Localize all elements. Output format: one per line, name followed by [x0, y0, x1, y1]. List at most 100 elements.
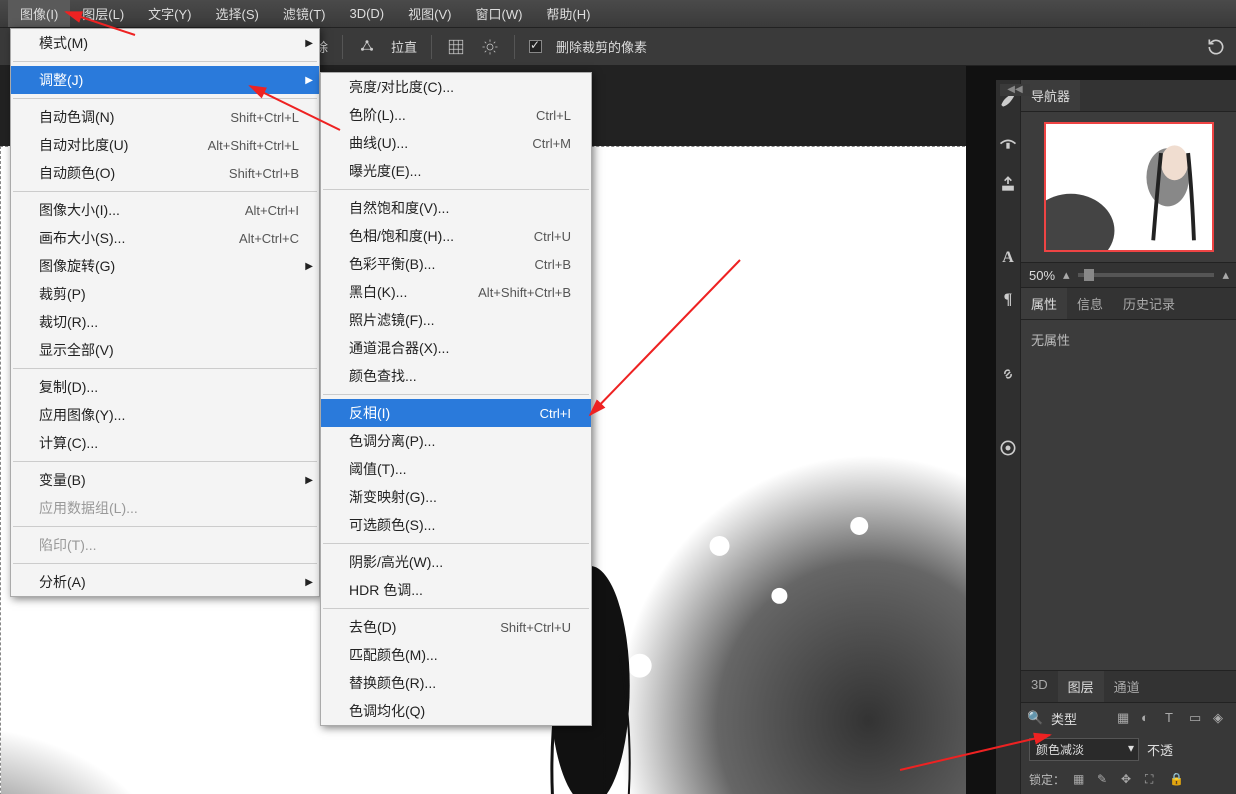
zoom-slider[interactable]	[1078, 273, 1215, 277]
lock-label: 锁定：	[1029, 771, 1065, 788]
menubar: 图像(I) 图层(L) 文字(Y) 选择(S) 滤镜(T) 3D(D) 视图(V…	[0, 0, 1236, 28]
filter-shape-icon[interactable]: ▭	[1189, 710, 1207, 728]
menu-color-lookup[interactable]: 颜色查找...	[321, 362, 591, 390]
menu-curves[interactable]: 曲线(U)...Ctrl+M	[321, 129, 591, 157]
layers-tabs: 3D 图层 通道	[1021, 671, 1236, 703]
zoom-value: 50%	[1029, 268, 1055, 283]
menu-color-balance[interactable]: 色彩平衡(B)...Ctrl+B	[321, 250, 591, 278]
menu-window[interactable]: 窗口(W)	[463, 0, 534, 27]
properties-body: 无属性	[1021, 320, 1236, 670]
delete-cropped-checkbox[interactable]	[529, 40, 542, 53]
menu-channel-mixer[interactable]: 通道混合器(X)...	[321, 334, 591, 362]
grid-icon[interactable]	[446, 37, 466, 57]
menu-3d[interactable]: 3D(D)	[337, 2, 396, 25]
menu-vibrance[interactable]: 自然饱和度(V)...	[321, 194, 591, 222]
menu-match-color[interactable]: 匹配颜色(M)...	[321, 641, 591, 669]
tab-info[interactable]: 信息	[1067, 288, 1113, 319]
menu-layer[interactable]: 图层(L)	[70, 0, 136, 27]
lock-all-icon[interactable]: 🔒	[1169, 772, 1185, 788]
menu-apply-dataset: 应用数据组(L)...	[11, 494, 319, 522]
menu-text[interactable]: 文字(Y)	[136, 0, 203, 27]
collapse-handle[interactable]: ◀◀	[1000, 84, 1030, 96]
menu-rotation[interactable]: 图像旋转(G)▶	[11, 252, 319, 280]
image-menu-dropdown: 模式(M)▶ 调整(J)▶ 自动色调(N)Shift+Ctrl+L 自动对比度(…	[10, 28, 320, 597]
blend-mode-select[interactable]: 颜色减淡	[1029, 738, 1139, 761]
menu-analysis[interactable]: 分析(A)▶	[11, 568, 319, 596]
menu-auto-color[interactable]: 自动颜色(O)Shift+Ctrl+B	[11, 159, 319, 187]
menu-select[interactable]: 选择(S)	[204, 0, 271, 27]
menu-replace-color[interactable]: 替换颜色(R)...	[321, 669, 591, 697]
menu-exposure[interactable]: 曝光度(E)...	[321, 157, 591, 185]
options-icon[interactable]	[357, 37, 377, 57]
menu-invert[interactable]: 反相(I)Ctrl+I	[321, 399, 591, 427]
menu-black-white[interactable]: 黑白(K)...Alt+Shift+Ctrl+B	[321, 278, 591, 306]
zoom-out-icon[interactable]: ▴	[1063, 267, 1070, 283]
tab-channels[interactable]: 通道	[1104, 671, 1150, 702]
cc-libraries-icon[interactable]	[996, 436, 1020, 460]
menu-auto-contrast[interactable]: 自动对比度(U)Alt+Shift+Ctrl+L	[11, 131, 319, 159]
tab-layers[interactable]: 图层	[1058, 671, 1104, 702]
tab-3d[interactable]: 3D	[1021, 671, 1058, 702]
adjustments-submenu: 亮度/对比度(C)... 色阶(L)...Ctrl+L 曲线(U)...Ctrl…	[320, 72, 592, 726]
navigator-tabs: 导航器	[1021, 80, 1236, 112]
kind-select[interactable]: 类型	[1051, 709, 1111, 728]
filter-adjust-icon[interactable]: ◐	[1141, 710, 1159, 728]
filter-pixel-icon[interactable]: ▦	[1117, 710, 1135, 728]
menu-image-size[interactable]: 图像大小(I)...Alt+Ctrl+I	[11, 196, 319, 224]
menu-crop[interactable]: 裁剪(P)	[11, 280, 319, 308]
menu-hue-saturation[interactable]: 色相/饱和度(H)...Ctrl+U	[321, 222, 591, 250]
menu-trap: 陷印(T)...	[11, 531, 319, 559]
opacity-label: 不透	[1147, 740, 1173, 759]
vertical-toolbar: A ¶	[996, 80, 1021, 794]
menu-posterize[interactable]: 色调分离(P)...	[321, 427, 591, 455]
menu-hdr-toning[interactable]: HDR 色调...	[321, 576, 591, 604]
menu-adjustments[interactable]: 调整(J)▶	[11, 66, 319, 94]
menu-threshold[interactable]: 阈值(T)...	[321, 455, 591, 483]
menu-photo-filter[interactable]: 照片滤镜(F)...	[321, 306, 591, 334]
menu-variables[interactable]: 变量(B)▶	[11, 466, 319, 494]
menu-calculations[interactable]: 计算(C)...	[11, 429, 319, 457]
menu-image[interactable]: 图像(I)	[8, 0, 70, 27]
menu-apply-image[interactable]: 应用图像(Y)...	[11, 401, 319, 429]
gear-icon[interactable]	[480, 37, 500, 57]
clone-source-icon[interactable]	[996, 172, 1020, 196]
menu-trim[interactable]: 裁切(R)...	[11, 308, 319, 336]
filter-smart-icon[interactable]: ◈	[1213, 710, 1231, 728]
lock-position-icon[interactable]: ✥	[1121, 772, 1137, 788]
filter-type-icon[interactable]: T	[1165, 710, 1183, 728]
menu-desaturate[interactable]: 去色(D)Shift+Ctrl+U	[321, 613, 591, 641]
reset-icon[interactable]	[1206, 37, 1226, 57]
character-icon[interactable]: A	[996, 246, 1020, 270]
menu-equalize[interactable]: 色调均化(Q)	[321, 697, 591, 725]
menu-auto-tone[interactable]: 自动色调(N)Shift+Ctrl+L	[11, 103, 319, 131]
menu-levels[interactable]: 色阶(L)...Ctrl+L	[321, 101, 591, 129]
menu-brightness-contrast[interactable]: 亮度/对比度(C)...	[321, 73, 591, 101]
tab-history[interactable]: 历史记录	[1113, 288, 1185, 319]
menu-gradient-map[interactable]: 渐变映射(G)...	[321, 483, 591, 511]
right-panel-dock: A ¶ 导航器 50% ▴ ▴	[996, 80, 1236, 794]
zoom-in-icon[interactable]: ▴	[1222, 267, 1229, 283]
menu-reveal-all[interactable]: 显示全部(V)	[11, 336, 319, 364]
menu-selective-color[interactable]: 可选颜色(S)...	[321, 511, 591, 539]
menu-mode[interactable]: 模式(M)▶	[11, 29, 319, 57]
lock-paint-icon[interactable]: ✎	[1097, 772, 1113, 788]
paragraph-icon[interactable]: ¶	[996, 288, 1020, 312]
properties-tabs: 属性 信息 历史记录	[1021, 288, 1236, 320]
lock-artboard-icon[interactable]: ⛶	[1145, 772, 1161, 788]
lock-transparent-icon[interactable]: ▦	[1073, 772, 1089, 788]
menu-duplicate[interactable]: 复制(D)...	[11, 373, 319, 401]
menu-canvas-size[interactable]: 画布大小(S)...Alt+Ctrl+C	[11, 224, 319, 252]
menu-filter[interactable]: 滤镜(T)	[271, 0, 338, 27]
zoom-row: 50% ▴ ▴	[1021, 262, 1236, 288]
menu-shadows-highlights[interactable]: 阴影/高光(W)...	[321, 548, 591, 576]
straighten-label[interactable]: 拉直	[391, 37, 417, 56]
menu-view[interactable]: 视图(V)	[396, 0, 463, 27]
link-icon[interactable]	[996, 362, 1020, 386]
navigator-thumbnail[interactable]	[1021, 112, 1236, 262]
filter-kind-search-icon[interactable]: 🔍	[1027, 710, 1045, 728]
menu-help[interactable]: 帮助(H)	[534, 0, 602, 27]
brush-preset-icon[interactable]	[996, 130, 1020, 154]
tab-properties[interactable]: 属性	[1021, 288, 1067, 319]
no-properties-label: 无属性	[1031, 333, 1070, 348]
delete-cropped-label: 删除裁剪的像素	[556, 37, 647, 56]
